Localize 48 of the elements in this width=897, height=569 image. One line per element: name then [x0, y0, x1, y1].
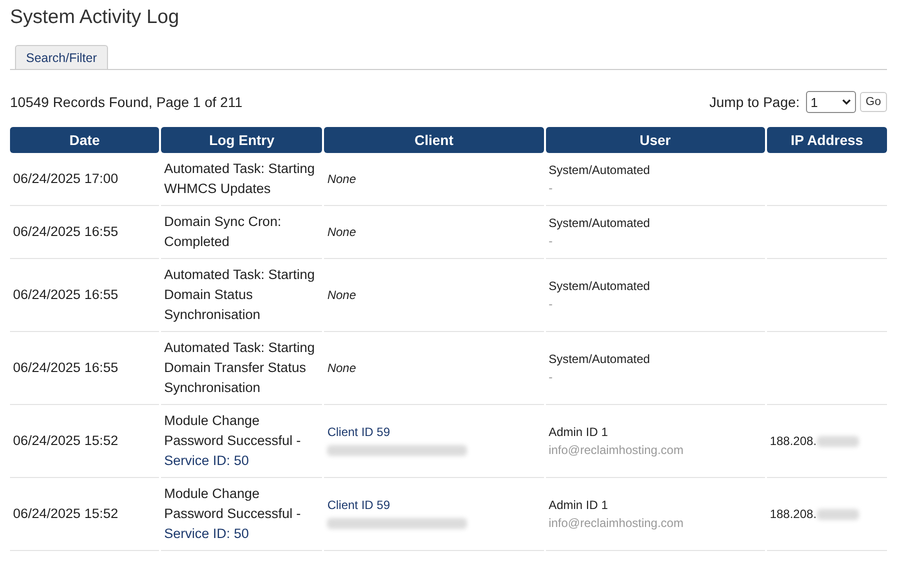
log-entry-text: Automated Task: Starting Domain Transfer Status Synchronisation [164, 340, 315, 395]
column-header: Log Entry [161, 127, 322, 153]
user-email: - [548, 296, 554, 313]
page-select[interactable]: 1 [806, 91, 856, 113]
date-text: 06/24/2025 16:55 [13, 287, 118, 302]
user-name: System/Automated [548, 163, 650, 177]
service-link[interactable]: Service ID: 50 [164, 453, 249, 468]
column-header: Date [10, 127, 160, 153]
user-email: - [548, 180, 554, 197]
chevron-down-icon [842, 99, 851, 105]
user-email: - [548, 369, 554, 386]
service-link[interactable]: Service ID: 50 [164, 526, 249, 541]
records-summary: 10549 Records Found, Page 1 of 211 [10, 94, 242, 110]
user-email: info@reclaimhosting.com [548, 515, 684, 532]
client-text: None [327, 225, 356, 239]
column-header: Client [324, 127, 544, 153]
user-name: System/Automated [548, 352, 650, 366]
date-text: 06/24/2025 16:55 [13, 360, 118, 375]
log-entry-text: Domain Sync Cron: Completed [164, 214, 282, 249]
redacted-ip [816, 436, 859, 448]
log-entry-text: Automated Task: Starting WHMCS Updates [164, 161, 315, 196]
user-name: System/Automated [548, 279, 650, 293]
column-header: IP Address [766, 127, 887, 153]
ip-address: 188.208. [770, 434, 817, 448]
jump-label: Jump to Page: [709, 94, 800, 110]
date-text: 06/24/2025 17:00 [13, 171, 118, 186]
user-name: System/Automated [548, 216, 650, 230]
user-name: Admin ID 1 [548, 425, 608, 439]
client-text: None [327, 361, 356, 375]
client-link[interactable]: Client ID 59 [327, 498, 390, 512]
user-email: info@reclaimhosting.com [548, 442, 684, 459]
ip-address: 188.208. [770, 507, 817, 521]
page-title: System Activity Log [10, 6, 180, 29]
log-entry-text: Module Change Password Successful - [164, 486, 301, 521]
date-text: 06/24/2025 15:52 [13, 433, 118, 448]
log-entry-text: Automated Task: Starting Domain Status Synchronisation [164, 267, 315, 322]
search-filter-tab[interactable]: Search/Filter [15, 45, 108, 69]
column-header: User [546, 127, 765, 153]
date-text: 06/24/2025 16:55 [13, 224, 118, 239]
go-button[interactable]: Go [860, 92, 887, 112]
client-text: None [327, 288, 356, 302]
user-name: Admin ID 1 [548, 498, 608, 512]
user-email: - [548, 233, 554, 250]
client-text: None [327, 172, 356, 186]
log-entry-text: Module Change Password Successful - [164, 413, 301, 448]
redacted-ip [816, 509, 859, 520]
client-link[interactable]: Client ID 59 [327, 425, 390, 439]
date-text: 06/24/2025 15:52 [13, 506, 118, 521]
